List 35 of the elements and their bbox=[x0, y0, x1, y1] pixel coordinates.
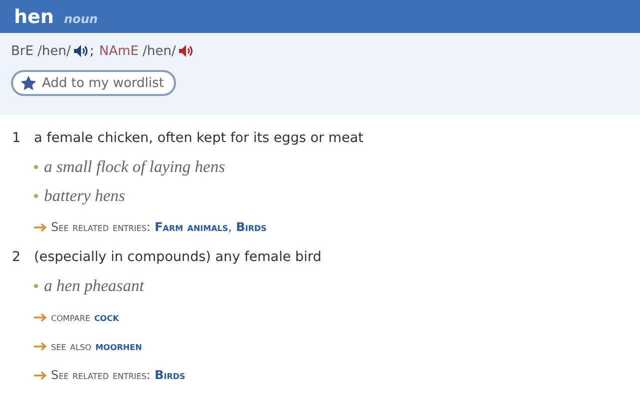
speaker-icon[interactable] bbox=[72, 44, 89, 58]
part-of-speech: noun bbox=[64, 12, 98, 26]
definition-text: (especially in compounds) any female bird bbox=[34, 248, 322, 267]
bullet-icon bbox=[34, 284, 38, 288]
add-to-wordlist-button[interactable]: Add to my wordlist bbox=[11, 70, 176, 96]
cross-reference-label: See related entries: bbox=[51, 219, 151, 235]
cross-reference-link[interactable]: Farm animals bbox=[154, 219, 228, 235]
example-sentence: a small flock of laying hens bbox=[44, 157, 226, 177]
arrow-icon bbox=[34, 222, 47, 232]
cross-reference-label: see also bbox=[51, 338, 92, 354]
arrow-icon bbox=[34, 342, 47, 350]
separator-text: ; bbox=[90, 44, 94, 58]
separator-text: , bbox=[228, 219, 232, 235]
cross-reference-link[interactable]: moorhen bbox=[95, 338, 142, 354]
bullet-icon bbox=[34, 165, 38, 169]
cross-reference-link[interactable]: Birds bbox=[154, 367, 186, 383]
phonetic-text: /hen/ bbox=[142, 44, 176, 58]
example-sentence: battery hens bbox=[44, 186, 126, 206]
arrow-icon bbox=[34, 370, 47, 380]
speaker-icon[interactable] bbox=[178, 44, 194, 58]
sense-number: 2 bbox=[12, 248, 22, 267]
sense-number: 1 bbox=[12, 129, 22, 148]
pronunciation-label: NAmE bbox=[99, 44, 139, 58]
definition-text: a female chicken, often kept for its eggs or meat bbox=[34, 129, 364, 148]
phonetic-text: /hen/ bbox=[37, 44, 71, 58]
cross-reference-label: See related entries: bbox=[51, 367, 151, 383]
cross-reference-link[interactable]: cock bbox=[94, 309, 119, 325]
example-sentence: a hen pheasant bbox=[44, 276, 144, 296]
headword: hen bbox=[14, 5, 54, 30]
cross-reference-label: compare bbox=[51, 309, 90, 325]
cross-reference-link[interactable]: Birds bbox=[236, 219, 267, 235]
star-icon bbox=[20, 75, 37, 91]
arrow-icon bbox=[34, 312, 47, 322]
bullet-icon bbox=[34, 194, 38, 198]
pronunciation-label: BrE bbox=[11, 44, 34, 58]
